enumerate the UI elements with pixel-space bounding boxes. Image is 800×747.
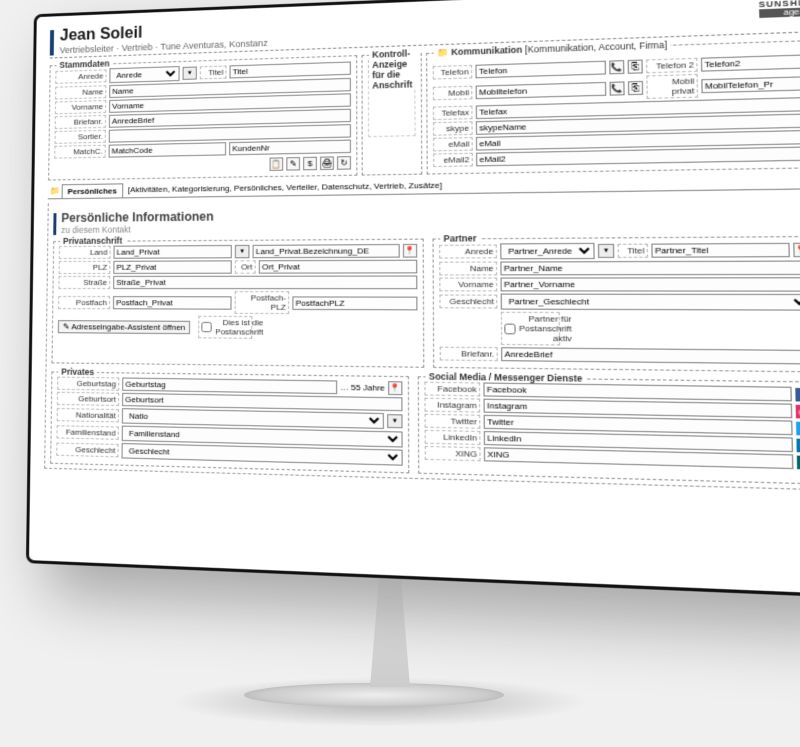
copy-icon[interactable]: ⎘ — [628, 60, 643, 74]
clipboard-icon[interactable]: 📋 — [270, 157, 284, 171]
phone-icon[interactable]: 📞 — [610, 81, 625, 95]
folder-icon: 📁 — [48, 184, 62, 198]
telefon-input[interactable] — [475, 61, 606, 79]
pin-icon[interactable]: 📍 — [793, 243, 800, 258]
kundennr-input[interactable] — [229, 140, 351, 156]
partner-vorname-input[interactable] — [501, 277, 800, 292]
folder-icon: 📁 — [437, 47, 449, 58]
tab-panel: Persönliche Informationen zu diesem Kont… — [44, 194, 800, 491]
partner-anrede-select[interactable]: Partner_Anrede — [500, 243, 594, 260]
twitter-icon[interactable]: t — [796, 421, 800, 435]
money-icon[interactable]: $ — [303, 157, 317, 171]
instagram-icon[interactable]: ◉ — [796, 404, 800, 418]
dropdown-icon[interactable]: ▾ — [387, 414, 402, 428]
partner-brief-input[interactable] — [501, 347, 800, 364]
linkedin-icon[interactable]: in — [796, 438, 800, 452]
anrede-select[interactable]: Anrede — [109, 66, 179, 83]
postanschrift-checkbox[interactable]: Dies ist die Postanschrift — [199, 316, 253, 339]
tab-rest[interactable]: [Aktivitäten, Kategorisierung, Persönlic… — [123, 178, 448, 197]
edit-icon[interactable]: ✎ — [286, 157, 300, 171]
tab-persoenliches[interactable]: Persönliches — [62, 183, 123, 198]
land-input[interactable] — [113, 245, 231, 259]
panel-title: Persönliche Informationen — [61, 209, 214, 225]
pin-icon[interactable]: 📍 — [388, 381, 402, 395]
dropdown-icon[interactable]: ▾ — [235, 245, 250, 258]
postfach-input[interactable] — [113, 296, 232, 310]
strasse-input[interactable] — [113, 275, 417, 289]
brand-logo: SUNSHINE agency — [759, 0, 800, 18]
section-privates: Privates Geburtstag … 55 Jahre 📍 Geburts… — [50, 371, 409, 473]
geburtstag-input[interactable] — [122, 377, 337, 394]
age-label: … 55 Jahre — [340, 383, 385, 393]
app-screen: SUNSHINE agency Jean Soleil Vertriebslei… — [35, 0, 800, 587]
panel-subtitle: zu diesem Kontakt — [61, 224, 214, 235]
partner-geschlecht-select[interactable]: Partner_Geschlecht — [501, 294, 800, 311]
mobil-input[interactable] — [476, 81, 607, 98]
address-assist-button[interactable]: ✎ Adresseingabe-Assistent öffnen — [58, 320, 191, 334]
copy-icon[interactable]: ⎘ — [628, 80, 643, 94]
print-icon[interactable]: 🖨 — [320, 156, 334, 170]
section-privatanschrift: Privatanschrift Land ▾ 📍 PLZ Ort — [52, 239, 425, 368]
pin-icon[interactable]: 📍 — [403, 244, 417, 258]
section-partner: Partner Anrede Partner_Anrede ▾ Titel 📍 … — [432, 236, 800, 373]
section-kontroll: Kontroll-Anzeige für die Anschrift Ansch… — [361, 53, 422, 176]
ort-input[interactable] — [259, 260, 418, 274]
monitor: SUNSHINE agency Jean Soleil Vertriebslei… — [26, 0, 800, 598]
postfach-plz-input[interactable] — [292, 296, 417, 310]
partner-titel-input[interactable] — [651, 243, 790, 258]
refresh-icon[interactable]: ↻ — [337, 156, 351, 170]
partner-post-checkbox[interactable]: Partner für Postanschrift aktiv — [501, 312, 560, 346]
titel-input[interactable] — [230, 61, 351, 78]
dropdown-icon[interactable]: ▾ — [598, 244, 614, 258]
facebook-icon[interactable]: f — [795, 387, 800, 401]
mobil-privat-input[interactable] — [701, 75, 800, 93]
plz-input[interactable] — [113, 260, 231, 274]
dropdown-icon[interactable]: ▾ — [183, 66, 197, 79]
section-kommunikation: 📁 Kommunikation [Kommunikation, Account,… — [426, 38, 800, 175]
phone-icon[interactable]: 📞 — [609, 60, 624, 74]
section-social: Social Media / Messenger Dienste Faceboo… — [418, 376, 800, 484]
matchcode-input[interactable] — [109, 142, 227, 157]
land-bez-input[interactable] — [253, 244, 400, 258]
partner-name-input[interactable] — [500, 260, 800, 275]
section-stammdaten: Stammdaten Anrede Anrede ▾ Titel Name Vo… — [48, 55, 357, 180]
